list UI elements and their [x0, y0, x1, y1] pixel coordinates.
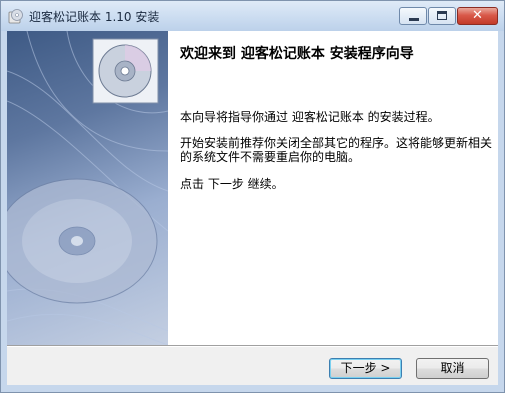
installer-cd-icon: [8, 9, 23, 24]
cd-disc-icon: [98, 44, 152, 98]
cancel-button[interactable]: 取消: [416, 358, 489, 379]
next-button[interactable]: 下一步 >: [329, 358, 402, 379]
recommendation-text: 开始安装前推荐你关闭全部其它的程序。这将能够更新相关的系统文件不需要重启你的电脑…: [180, 136, 493, 164]
wizard-body: 欢迎来到 迎客松记账本 安装程序向导 本向导将指导你通过 迎客松记账本 的安装过…: [7, 31, 498, 385]
minimize-icon: [409, 18, 419, 21]
maximize-icon: [437, 11, 447, 20]
banner-artwork: [7, 31, 168, 345]
window-title: 迎客松记账本 1.10 安装: [29, 10, 160, 24]
title-bar[interactable]: 迎客松记账本 1.10 安装 ✕: [1, 1, 504, 31]
continue-hint-text: 点击 下一步 继续。: [180, 177, 284, 191]
installer-window: 迎客松记账本 1.10 安装 ✕ 欢迎来到 迎客松记账本 安装程序向导 本向导将…: [0, 0, 505, 393]
page-title: 欢迎来到 迎客松记账本 安装程序向导: [180, 46, 414, 62]
minimize-button[interactable]: [399, 7, 427, 25]
footer-divider: [7, 345, 498, 347]
intro-text: 本向导将指导你通过 迎客松记账本 的安装过程。: [180, 110, 440, 124]
close-button[interactable]: ✕: [457, 7, 498, 25]
main-content: 欢迎来到 迎客松记账本 安装程序向导 本向导将指导你通过 迎客松记账本 的安装过…: [168, 31, 498, 345]
side-banner: [7, 31, 168, 345]
close-icon: ✕: [472, 8, 483, 23]
maximize-button[interactable]: [428, 7, 456, 25]
